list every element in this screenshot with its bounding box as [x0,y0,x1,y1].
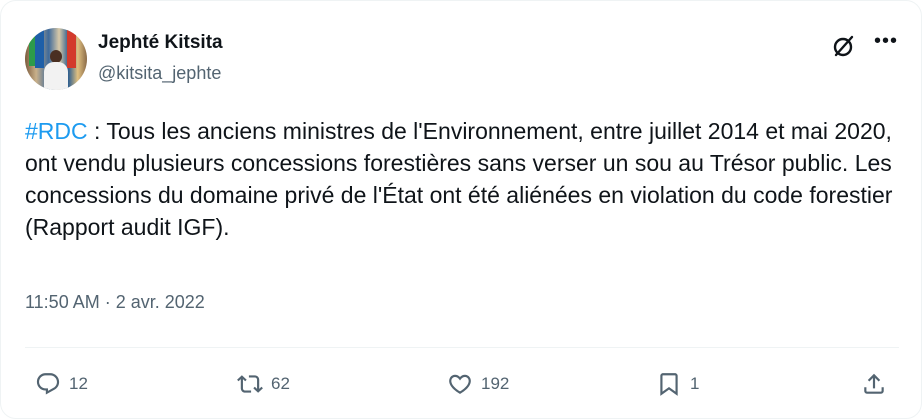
bookmark-button[interactable]: 1 [656,371,699,397]
avatar-flag [35,28,44,68]
repost-icon [237,375,263,393]
like-button[interactable]: 192 [447,371,509,397]
avatar-flag [67,28,76,68]
reply-button[interactable]: 12 [35,371,88,397]
tweet-body: : Tous les anciens ministres de l'Enviro… [25,118,893,240]
grok-icon[interactable] [830,32,858,60]
divider [25,347,899,348]
repost-count: 62 [271,374,290,393]
reply-count: 12 [69,374,88,393]
repost-button[interactable]: 62 [237,371,290,397]
tweet-card: Jephté Kitsita @kitsita_jephte ••• #RDC … [0,0,922,419]
more-icon[interactable]: ••• [874,31,898,55]
bookmark-count: 1 [690,374,700,393]
reply-icon [36,373,60,395]
bookmark-icon [660,373,678,396]
author-display-name[interactable]: Jephté Kitsita [98,32,223,54]
like-count: 192 [481,374,510,393]
like-icon [449,374,471,394]
share-button[interactable] [861,371,895,397]
hashtag-link[interactable]: #RDC [25,118,88,144]
tweet-timestamp: 11:50 AM · 2 avr. 2022 [25,292,205,313]
tweet-text: #RDC : Tous les anciens ministres de l'E… [25,115,905,243]
avatar-person-body [44,62,68,90]
tweet-date[interactable]: 2 avr. 2022 [116,292,205,312]
share-icon [864,373,884,394]
tweet-time[interactable]: 11:50 AM [25,292,100,312]
author-handle[interactable]: @kitsita_jephte [98,63,221,84]
meta-separator: · [104,292,111,312]
avatar[interactable] [25,28,87,90]
